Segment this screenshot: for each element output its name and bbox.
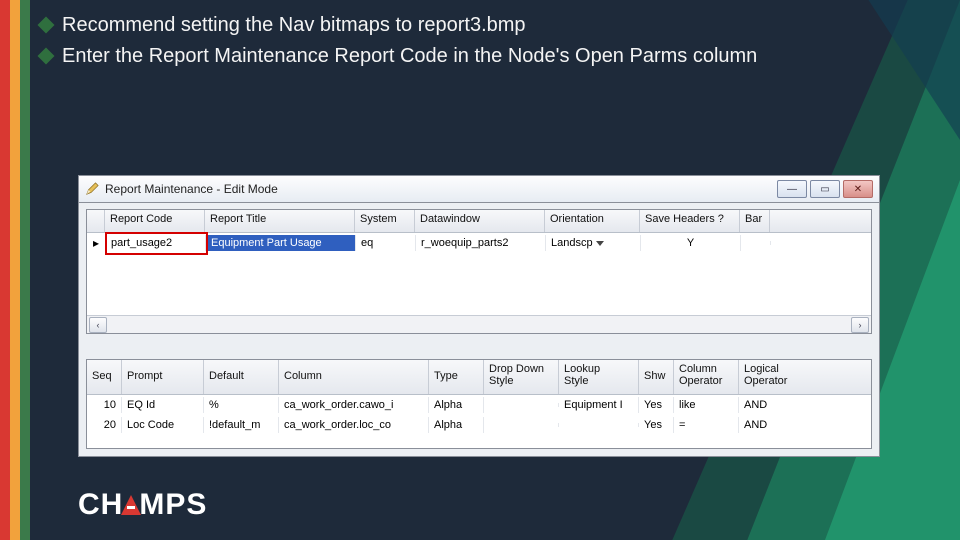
col-column[interactable]: Column <box>279 360 429 394</box>
bottom-grid[interactable]: Seq Prompt Default Column Type Drop Down… <box>86 359 872 449</box>
col-datawindow[interactable]: Datawindow <box>415 210 545 232</box>
col-prompt[interactable]: Prompt <box>122 360 204 394</box>
table-row[interactable]: ▸ part_usage2 Equipment Part Usage eq r_… <box>87 233 871 253</box>
orientation-value: Landscp <box>551 237 593 249</box>
logo-a-icon <box>121 495 141 515</box>
slide: Recommend setting the Nav bitmaps to rep… <box>0 0 960 540</box>
maximize-button[interactable]: ▭ <box>810 180 840 198</box>
h-scrollbar[interactable]: ‹ › <box>87 315 871 333</box>
bottom-grid-header: Seq Prompt Default Column Type Drop Down… <box>87 360 871 395</box>
col-logical-operator[interactable]: Logical Operator <box>739 360 799 394</box>
col-system[interactable]: System <box>355 210 415 232</box>
cell-save-headers[interactable]: Y <box>641 235 741 251</box>
col-seq[interactable]: Seq <box>87 360 122 394</box>
cell-report-code[interactable]: part_usage2 <box>106 235 206 251</box>
table-row[interactable]: 20 Loc Code !default_m ca_work_order.loc… <box>87 415 871 435</box>
chevron-down-icon <box>596 241 604 246</box>
table-row[interactable]: 10 EQ Id % ca_work_order.cawo_i Alpha Eq… <box>87 395 871 415</box>
minimize-button[interactable]: — <box>777 180 807 198</box>
top-grid-wrap: Report Code Report Title System Datawind… <box>86 209 872 334</box>
col-column-operator[interactable]: Column Operator <box>674 360 739 394</box>
cell-bar[interactable] <box>741 241 771 245</box>
titlebar[interactable]: Report Maintenance - Edit Mode — ▭ ✕ <box>79 176 879 203</box>
col-default[interactable]: Default <box>204 360 279 394</box>
bullet-icon <box>38 48 55 65</box>
col-orientation[interactable]: Orientation <box>545 210 640 232</box>
bottom-grid-wrap: Seq Prompt Default Column Type Drop Down… <box>86 359 872 449</box>
cell-datawindow[interactable]: r_woequip_parts2 <box>416 235 546 251</box>
col-save-headers[interactable]: Save Headers ? <box>640 210 740 232</box>
bullet-1: Recommend setting the Nav bitmaps to rep… <box>38 12 940 39</box>
col-lookup-style[interactable]: Lookup Style <box>559 360 639 394</box>
col-report-code[interactable]: Report Code <box>105 210 205 232</box>
col-shw[interactable]: Shw <box>639 360 674 394</box>
scroll-right-button[interactable]: › <box>851 317 869 333</box>
pencil-icon <box>85 182 99 196</box>
bullet-2: Enter the Report Maintenance Report Code… <box>38 43 940 70</box>
scroll-left-button[interactable]: ‹ <box>89 317 107 333</box>
bullet-list: Recommend setting the Nav bitmaps to rep… <box>38 8 940 74</box>
cell-system[interactable]: eq <box>356 235 416 251</box>
window-title: Report Maintenance - Edit Mode <box>105 182 777 196</box>
cell-report-title[interactable]: Equipment Part Usage <box>206 235 356 251</box>
bullet-text: Enter the Report Maintenance Report Code… <box>62 43 757 70</box>
cell-orientation[interactable]: Landscp <box>546 235 641 251</box>
col-type[interactable]: Type <box>429 360 484 394</box>
row-marker-icon: ▸ <box>87 233 106 253</box>
champs-logo: CHMPS <box>78 488 207 522</box>
close-button[interactable]: ✕ <box>843 180 873 198</box>
bullet-text: Recommend setting the Nav bitmaps to rep… <box>62 12 526 39</box>
col-dropdown-style[interactable]: Drop Down Style <box>484 360 559 394</box>
col-bar[interactable]: Bar <box>740 210 770 232</box>
accent-stripes <box>0 0 30 540</box>
top-grid[interactable]: Report Code Report Title System Datawind… <box>86 209 872 334</box>
top-grid-header: Report Code Report Title System Datawind… <box>87 210 871 233</box>
bullet-icon <box>38 17 55 34</box>
col-report-title[interactable]: Report Title <box>205 210 355 232</box>
screenshot-window: Report Maintenance - Edit Mode — ▭ ✕ Rep… <box>78 175 880 457</box>
